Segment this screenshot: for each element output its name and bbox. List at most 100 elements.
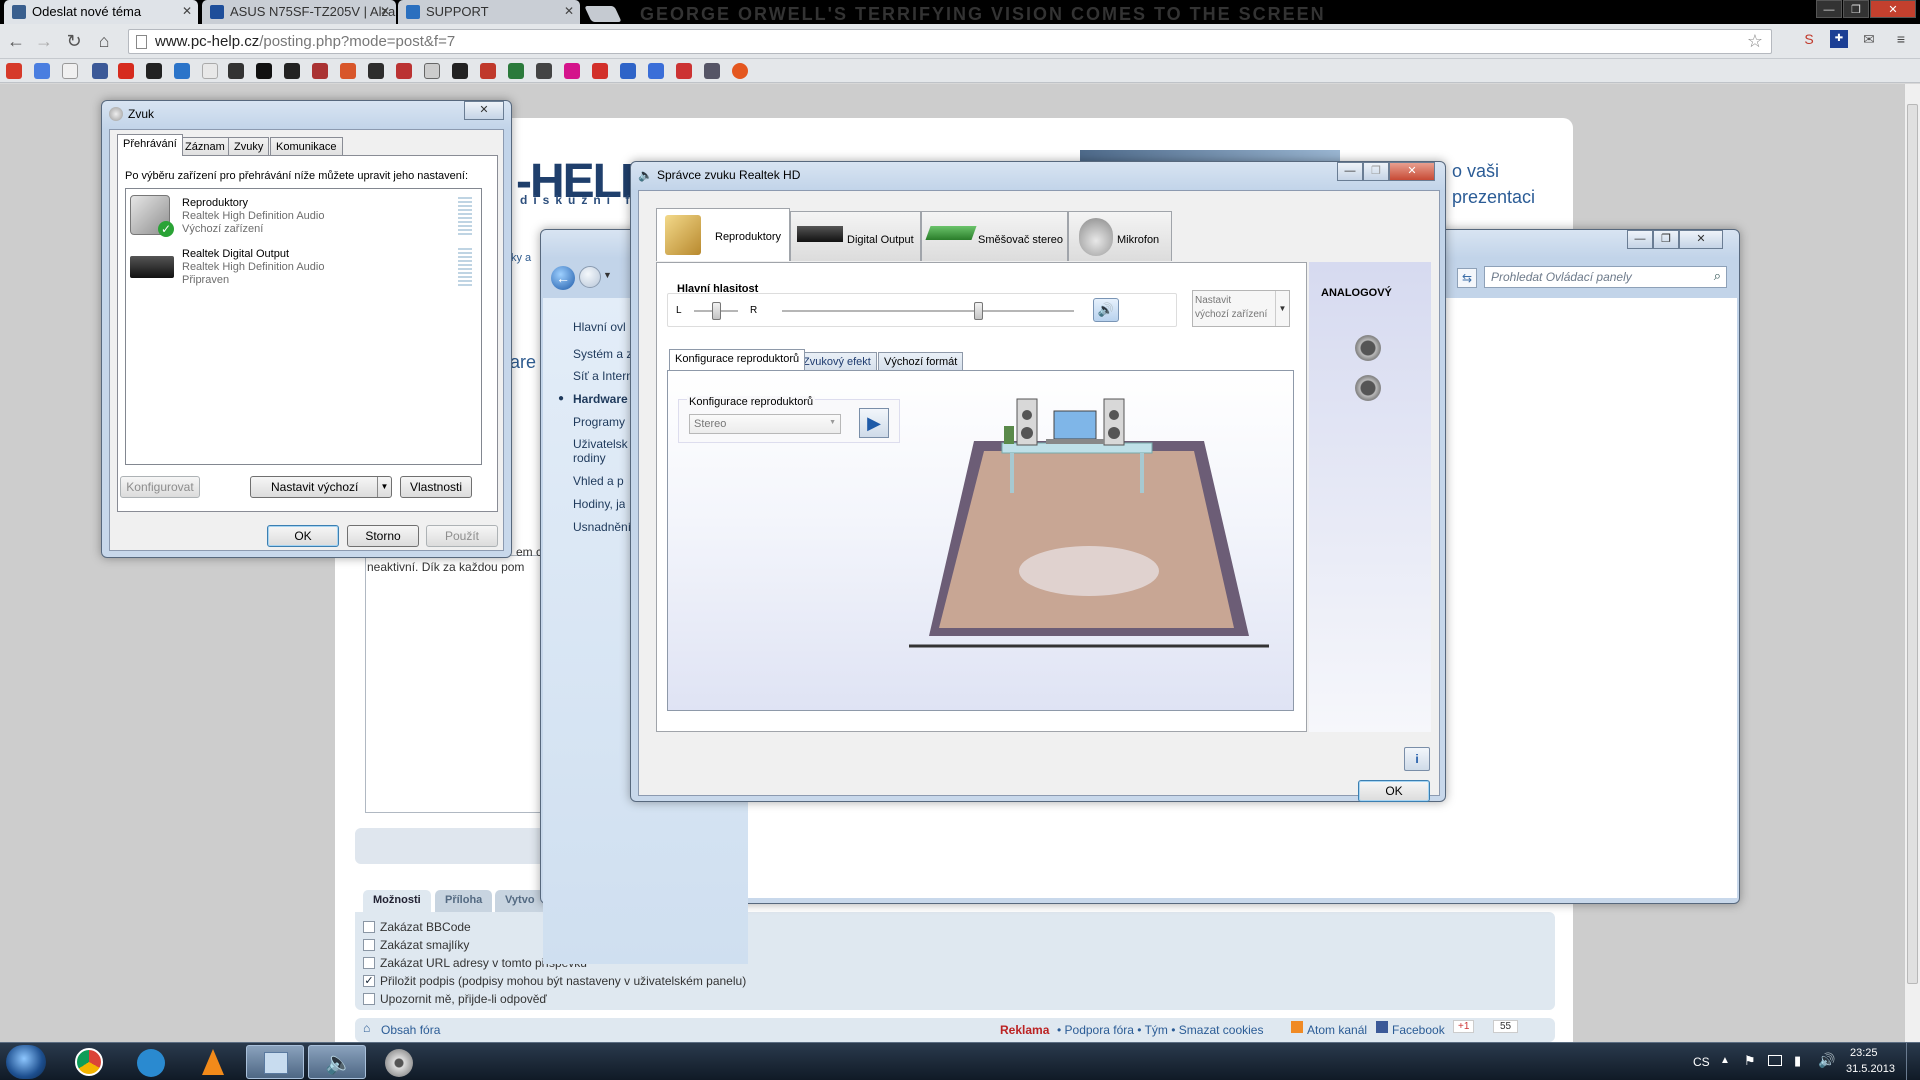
scrollbar-thumb[interactable] bbox=[1907, 104, 1918, 984]
ok-button[interactable]: OK bbox=[1358, 780, 1430, 802]
close-window-button[interactable]: ✕ bbox=[1870, 0, 1916, 18]
menu-icon[interactable]: ≡ bbox=[1892, 30, 1910, 48]
bookmark-icon[interactable] bbox=[648, 63, 664, 79]
control-panel-taskbar-button[interactable] bbox=[246, 1045, 304, 1079]
bookmark-icon[interactable] bbox=[732, 63, 748, 79]
footer-atom[interactable]: Atom kanál bbox=[1307, 1023, 1367, 1037]
ok-button[interactable]: OK bbox=[267, 525, 339, 547]
tab-zaznam[interactable]: Záznam bbox=[179, 137, 231, 156]
bookmark-icon[interactable] bbox=[536, 63, 552, 79]
bookmark-icon[interactable] bbox=[396, 63, 412, 79]
search-input[interactable]: Prohledat Ovládací panely bbox=[1484, 266, 1727, 288]
sidebar-item[interactable]: Systém a z bbox=[573, 347, 632, 361]
tab-prehravani[interactable]: Přehrávání bbox=[117, 134, 183, 156]
bookmark-icon[interactable] bbox=[174, 63, 190, 79]
maximize-button[interactable]: ❐ bbox=[1363, 162, 1389, 181]
start-button[interactable] bbox=[6, 1045, 46, 1079]
bookmark-icon[interactable] bbox=[284, 63, 300, 79]
bookmark-icon[interactable] bbox=[592, 63, 608, 79]
battery-icon[interactable] bbox=[1768, 1055, 1782, 1066]
checkbox[interactable] bbox=[363, 939, 375, 951]
set-default-button[interactable]: Nastavit výchozí ▼ bbox=[250, 476, 392, 498]
apply-button[interactable]: Použít bbox=[426, 525, 498, 547]
back-arrow-icon[interactable]: ← bbox=[6, 31, 26, 51]
close-icon[interactable]: ✕ bbox=[380, 4, 390, 18]
tab-komunikace[interactable]: Komunikace bbox=[270, 137, 343, 156]
checkbox[interactable] bbox=[363, 957, 375, 969]
chevron-down-icon[interactable]: ▼ bbox=[377, 477, 391, 497]
footer-reklama[interactable]: Reklama bbox=[1000, 1023, 1049, 1037]
disc-taskbar-button[interactable] bbox=[370, 1045, 428, 1079]
gplus-button[interactable]: +1 bbox=[1453, 1020, 1475, 1033]
device-list[interactable]: ✓ Reproduktory Realtek High Definition A… bbox=[125, 188, 482, 465]
action-center-icon[interactable]: ⚑ bbox=[1744, 1053, 1756, 1069]
bookmark-icon[interactable] bbox=[256, 63, 272, 79]
cancel-button[interactable]: Storno bbox=[347, 525, 419, 547]
close-icon[interactable]: ✕ bbox=[564, 4, 574, 18]
analog-jack-icon[interactable] bbox=[1355, 375, 1381, 401]
forward-button[interactable] bbox=[579, 266, 601, 288]
bookmark-icon[interactable] bbox=[452, 63, 468, 79]
subtab-default-format[interactable]: Výchozí formát bbox=[878, 352, 964, 371]
option-row[interactable]: Upozornit mě, přijde-li odpověď bbox=[363, 990, 1547, 1008]
close-window-button[interactable]: ✕ bbox=[1389, 162, 1435, 181]
tab-moznosti[interactable]: Možnosti bbox=[363, 890, 431, 912]
sidebar-item[interactable]: Hodiny, ja bbox=[573, 497, 625, 511]
bookmark-icon[interactable] bbox=[620, 63, 636, 79]
search-icon[interactable]: ⌕ bbox=[1714, 268, 1721, 284]
bookmark-icon[interactable] bbox=[6, 63, 22, 79]
tab-reproduktory[interactable]: Reproduktory bbox=[656, 208, 790, 261]
sidebar-item[interactable]: rodiny bbox=[573, 451, 606, 465]
back-button[interactable]: ← bbox=[551, 266, 575, 290]
device-row-digital[interactable]: Realtek Digital Output Realtek High Defi… bbox=[128, 246, 478, 294]
footer-link[interactable]: Obsah fóra bbox=[381, 1023, 440, 1037]
footer-facebook[interactable]: Facebook bbox=[1392, 1023, 1445, 1037]
minimize-button[interactable]: — bbox=[1337, 162, 1363, 181]
language-indicator[interactable]: CS bbox=[1693, 1055, 1710, 1069]
minimize-button[interactable]: — bbox=[1627, 230, 1653, 249]
balance-slider-thumb[interactable] bbox=[712, 302, 721, 320]
option-row[interactable]: Zakázat smajlíky bbox=[363, 936, 1547, 954]
option-row[interactable]: Zakázat URL adresy v tomto příspěvku bbox=[363, 954, 1547, 972]
browser-tab-active[interactable]: Odeslat nové téma ✕ bbox=[4, 0, 198, 24]
page-scrollbar[interactable] bbox=[1904, 84, 1920, 1042]
tab-priloha[interactable]: Příloha bbox=[435, 890, 493, 912]
bookmark-icon[interactable] bbox=[146, 63, 162, 79]
tab-smesovac-stereo[interactable]: Směšovač stereo bbox=[921, 211, 1068, 261]
bookmark-icon[interactable] bbox=[704, 63, 720, 79]
clock-time[interactable]: 23:25 bbox=[1850, 1047, 1878, 1059]
bookmark-icon[interactable] bbox=[340, 63, 356, 79]
option-row[interactable]: Zakázat BBCode bbox=[363, 918, 1547, 936]
speaker-config-select[interactable]: Stereo ▼ bbox=[689, 414, 841, 434]
bookmark-icon[interactable] bbox=[508, 63, 524, 79]
configure-button[interactable]: Konfigurovat bbox=[120, 476, 200, 498]
bookmark-icon[interactable] bbox=[62, 63, 78, 79]
bookmark-icon[interactable] bbox=[202, 63, 218, 79]
sidebar-item[interactable]: Programy bbox=[573, 415, 625, 429]
properties-button[interactable]: Vlastnosti bbox=[400, 476, 472, 498]
volume-slider-thumb[interactable] bbox=[973, 302, 983, 320]
sidebar-item[interactable]: Síť a Intern bbox=[573, 369, 633, 383]
show-desktop-button[interactable] bbox=[1906, 1043, 1920, 1080]
subtab-sound-effect[interactable]: Zvukový efekt bbox=[797, 352, 877, 371]
network-icon[interactable]: ▮ bbox=[1794, 1053, 1801, 1069]
sidebar-item[interactable]: Usnadnění bbox=[573, 520, 631, 534]
reload-icon[interactable]: ↻ bbox=[64, 31, 84, 51]
maximize-button[interactable]: ❐ bbox=[1843, 0, 1869, 18]
footer-links[interactable]: • Podpora fóra • Tým • Smazat cookies bbox=[1057, 1023, 1263, 1037]
bookmark-icon[interactable] bbox=[480, 63, 496, 79]
sidebar-item[interactable]: Uživatelsk bbox=[573, 437, 628, 451]
bookmark-icon[interactable] bbox=[424, 63, 440, 79]
tab-digital-output[interactable]: Digital Output bbox=[790, 211, 921, 261]
device-row-speakers[interactable]: ✓ Reproduktory Realtek High Definition A… bbox=[128, 193, 478, 241]
bookmark-icon[interactable] bbox=[564, 63, 580, 79]
minimize-button[interactable]: — bbox=[1816, 0, 1842, 18]
bookmark-icon[interactable] bbox=[118, 63, 134, 79]
checkbox[interactable] bbox=[363, 921, 375, 933]
checkbox-checked[interactable]: ✓ bbox=[363, 975, 375, 987]
forward-arrow-icon[interactable]: → bbox=[34, 31, 54, 51]
sidebar-item[interactable]: Vhled a p bbox=[573, 474, 624, 488]
extension-icon[interactable]: S bbox=[1800, 30, 1818, 48]
volume-icon[interactable]: 🔊 bbox=[1818, 1052, 1835, 1069]
bookmark-icon[interactable] bbox=[34, 63, 50, 79]
